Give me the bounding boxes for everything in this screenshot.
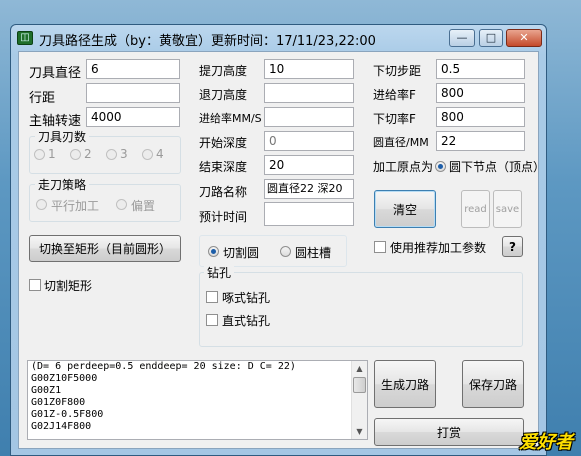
recommend-params-checkbox[interactable] (374, 241, 386, 253)
feed-rate-mms-input[interactable] (264, 107, 354, 127)
origin-option-label: 圆下节点（顶点） (449, 160, 546, 174)
origin-label: 加工原点为 (373, 160, 434, 174)
app-window: ◫ 刀具路径生成（by：黄敬宜）更新时间：17/11/23,22:00 — □ … (10, 24, 547, 456)
step-down-input[interactable]: 0.5 (436, 59, 525, 79)
row-pitch-input[interactable] (86, 83, 180, 103)
read-button[interactable]: read (461, 190, 490, 228)
origin-radio[interactable] (435, 161, 446, 172)
blade-4-radio[interactable] (142, 149, 153, 160)
form-client-area: 刀具直径 6 行距 主轴转速 4000 刀具刃数 1 2 3 4 走刀策略 平行… (18, 51, 545, 449)
save-path-button[interactable]: 保存刀路 (462, 360, 524, 408)
cut-rect-label: 切割矩形 (44, 279, 93, 293)
switch-shape-button[interactable]: 切换至矩形（目前圆形） (29, 235, 181, 262)
path-name-label: 刀路名称 (199, 185, 248, 199)
blade-count-group: 刀具刃数 1 2 3 4 (29, 128, 181, 174)
retract-height-input[interactable] (264, 83, 354, 103)
step-down-label: 下切步距 (373, 64, 422, 78)
gcode-line: G00Z1 (31, 385, 62, 396)
tool-diameter-input[interactable]: 6 (86, 59, 180, 79)
peck-drill-label: 啄式钻孔 (222, 291, 271, 305)
straight-drill-label: 直式钻孔 (222, 314, 271, 328)
est-time-input[interactable] (264, 202, 354, 226)
start-depth-label: 开始深度 (199, 136, 248, 150)
blade-3-label: 3 (120, 147, 128, 161)
est-time-label: 预计时间 (199, 210, 248, 224)
cut-circle-label: 切割圆 (223, 246, 260, 260)
strategy-parallel-radio[interactable] (36, 199, 47, 210)
retract-height-label: 退刀高度 (199, 88, 248, 102)
gcode-line: (D= 6 perdeep=0.5 enddeep= 20 size: D C=… (31, 361, 296, 372)
path-name-input[interactable]: 圆直径22 深20 (264, 179, 354, 199)
save-params-button[interactable]: save (493, 190, 522, 228)
drill-group: 钻孔 啄式钻孔 直式钻孔 (199, 264, 523, 347)
close-button[interactable]: ✕ (506, 29, 542, 47)
spindle-speed-label: 主轴转速 (29, 114, 82, 129)
window-title: 刀具路径生成（by：黄敬宜）更新时间：17/11/23,22:00 (39, 34, 376, 49)
gcode-line: G00Z10F5000 (31, 373, 98, 384)
cut-circle-radio[interactable] (208, 246, 219, 257)
generate-path-button[interactable]: 生成刀路 (374, 360, 436, 408)
help-button[interactable]: ? (502, 236, 523, 257)
app-icon: ◫ (17, 31, 33, 45)
minimize-button[interactable]: — (449, 29, 475, 47)
strategy-offset-label: 偏置 (131, 199, 156, 213)
end-depth-input[interactable]: 20 (264, 155, 354, 175)
gcode-line: G01Z-0.5F800 (31, 409, 104, 420)
circle-dia-input[interactable]: 22 (436, 131, 525, 151)
end-depth-label: 结束深度 (199, 160, 248, 174)
circle-dia-label: 圆直径/MM (373, 136, 429, 149)
plunge-f-input[interactable]: 800 (436, 107, 525, 127)
blade-3-radio[interactable] (106, 149, 117, 160)
strategy-group: 走刀策略 平行加工 偏置 (29, 176, 181, 222)
blade-2-radio[interactable] (70, 149, 81, 160)
maximize-button[interactable]: □ (479, 29, 503, 47)
lift-height-input[interactable]: 10 (264, 59, 354, 79)
recommend-params-label: 使用推荐加工参数 (390, 241, 487, 255)
row-pitch-label: 行距 (29, 91, 56, 106)
blade-1-radio[interactable] (34, 149, 45, 160)
peck-drill-checkbox[interactable] (206, 291, 218, 303)
lift-height-label: 提刀高度 (199, 64, 248, 78)
clear-button[interactable]: 清空 (374, 190, 436, 228)
title-bar[interactable]: ◫ 刀具路径生成（by：黄敬宜）更新时间：17/11/23,22:00 — □ … (11, 25, 546, 51)
blade-1-label: 1 (48, 147, 56, 161)
gcode-output[interactable]: (D= 6 perdeep=0.5 enddeep= 20 size: D C=… (27, 360, 368, 440)
cut-rect-checkbox[interactable] (29, 279, 41, 291)
strategy-title: 走刀策略 (35, 176, 90, 193)
tool-diameter-label: 刀具直径 (29, 66, 82, 81)
cylinder-slot-radio[interactable] (280, 246, 291, 257)
spindle-speed-input[interactable]: 4000 (86, 107, 180, 127)
scroll-thumb[interactable] (353, 377, 366, 393)
feed-f-label: 进给率F (373, 88, 416, 102)
gcode-line: G01Z0F800 (31, 397, 86, 408)
start-depth-input[interactable]: 0 (264, 131, 354, 151)
donate-button[interactable]: 打赏 (374, 418, 524, 446)
strategy-parallel-label: 平行加工 (51, 199, 100, 213)
feed-rate-mms-label: 进给率MM/S (199, 112, 262, 125)
drill-title: 钻孔 (204, 264, 235, 281)
blade-2-label: 2 (84, 147, 92, 161)
gcode-scrollbar[interactable]: ▲ ▼ (351, 361, 367, 439)
blade-4-label: 4 (156, 147, 164, 161)
straight-drill-checkbox[interactable] (206, 314, 218, 326)
strategy-offset-radio[interactable] (116, 199, 127, 210)
gcode-line: G02J14F800 (31, 421, 92, 432)
scroll-down-icon[interactable]: ▼ (352, 424, 367, 439)
feed-f-input[interactable]: 800 (436, 83, 525, 103)
shape-mode-group: 切割圆 圆柱槽 (199, 235, 347, 267)
plunge-f-label: 下切率F (373, 112, 416, 126)
blade-count-title: 刀具刃数 (35, 128, 90, 145)
watermark-logo: 爱好者 (519, 432, 573, 453)
scroll-up-icon[interactable]: ▲ (352, 361, 367, 376)
cylinder-slot-label: 圆柱槽 (295, 246, 332, 260)
